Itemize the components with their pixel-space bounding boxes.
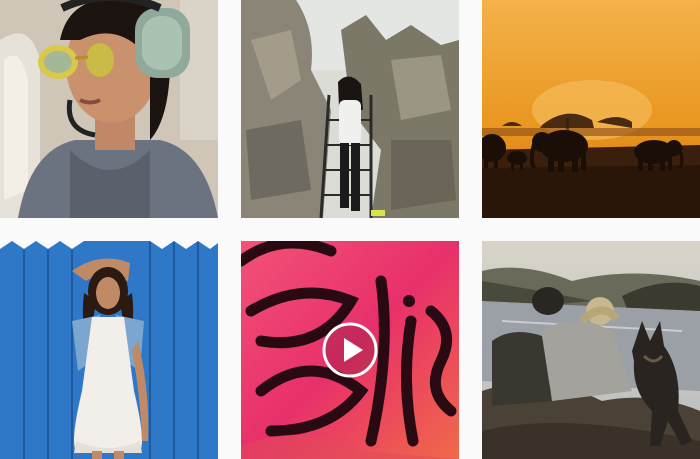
post-thumbnail-elephant-sunset[interactable] [482, 0, 700, 218]
elephant-sunset-image [482, 0, 700, 218]
play-icon[interactable] [321, 321, 379, 379]
post-thumbnail-headset-selfie[interactable] [0, 0, 218, 218]
blue-wall-image [0, 241, 218, 459]
post-thumbnail-bliss-mural-video[interactable] [241, 241, 459, 459]
headset-selfie-image [0, 0, 218, 218]
lake-dog-image [482, 241, 700, 459]
post-thumbnail-lake-dog[interactable] [482, 241, 700, 459]
post-thumbnail-rock-ladder[interactable] [241, 0, 459, 218]
post-thumbnail-blue-wall[interactable] [0, 241, 218, 459]
photo-grid [0, 0, 700, 459]
rock-ladder-image [241, 0, 459, 218]
